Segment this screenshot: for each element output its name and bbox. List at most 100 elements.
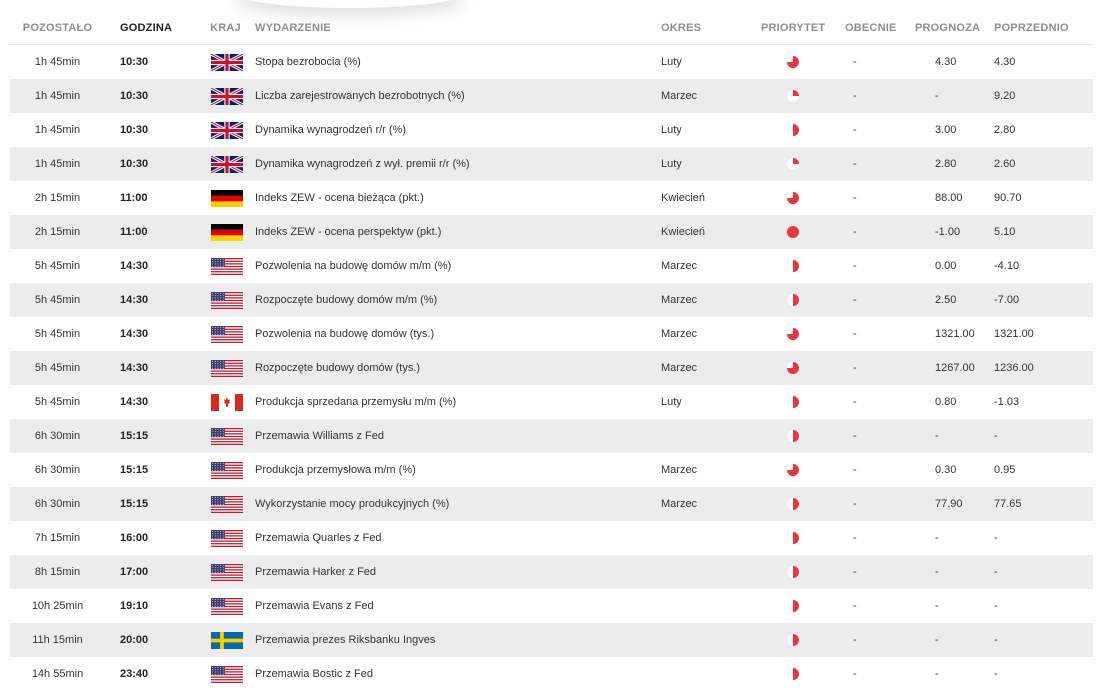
header-actual[interactable]: OBECNIE — [825, 22, 909, 34]
country-cell — [198, 359, 255, 377]
country-cell — [198, 291, 255, 309]
previous-value: - — [994, 600, 998, 612]
table-row[interactable]: 1h 45min 10:30 Dynamika wynagrodzeń r/r … — [10, 113, 1093, 147]
header-remaining[interactable]: POZOSTAŁO — [10, 22, 105, 34]
event-name[interactable]: Wykorzystanie mocy produkcyjnych (%) — [255, 498, 661, 510]
header-forecast[interactable]: PROGNOZA — [909, 22, 989, 34]
germany-flag-icon — [210, 223, 243, 241]
priority-cell — [761, 191, 825, 205]
country-cell — [198, 529, 255, 547]
usa-flag-icon — [210, 461, 243, 479]
event-name[interactable]: Przemawia Williams z Fed — [255, 430, 661, 442]
priority-icon — [786, 157, 800, 171]
table-row[interactable]: 6h 30min 15:15 Przemawia Williams z Fed … — [10, 419, 1093, 453]
country-cell — [198, 53, 255, 71]
priority-icon — [786, 633, 800, 647]
priority-cell — [761, 497, 825, 511]
header-period[interactable]: OKRES — [661, 22, 761, 34]
remaining-time: 6h 30min — [34, 464, 81, 476]
event-name[interactable]: Stopa bezrobocia (%) — [255, 56, 661, 68]
table-row[interactable]: 5h 45min 14:30 Pozwolenia na budowę domó… — [10, 317, 1093, 351]
usa-flag-icon — [210, 665, 243, 683]
table-row[interactable]: 1h 45min 10:30 Dynamika wynagrodzeń z wy… — [10, 147, 1093, 181]
event-name[interactable]: Pozwolenia na budowę domów m/m (%) — [255, 260, 661, 272]
forecast-value: 88.00 — [935, 192, 963, 204]
priority-icon — [786, 497, 800, 511]
table-row[interactable]: 2h 15min 11:00 Indeks ZEW - ocena bieżąc… — [10, 181, 1093, 215]
priority-icon — [786, 293, 800, 307]
previous-value: -7.00 — [994, 294, 1020, 306]
canada-flag-icon — [210, 393, 243, 411]
header-country[interactable]: KRAJ — [198, 22, 255, 34]
event-name[interactable]: Rozpoczęte budowy domów (tys.) — [255, 362, 661, 374]
event-name[interactable]: Dynamika wynagrodzeń z wył. premii r/r (… — [255, 158, 661, 170]
event-name[interactable]: Pozwolenia na budowę domów (tys.) — [255, 328, 661, 340]
table-row[interactable]: 6h 30min 15:15 Wykorzystanie mocy produk… — [10, 487, 1093, 521]
actual-value: - — [853, 396, 857, 408]
remaining-time: 10h 25min — [31, 600, 84, 612]
priority-cell — [761, 327, 825, 341]
priority-cell — [761, 565, 825, 579]
actual-value: - — [853, 532, 857, 544]
event-name[interactable]: Produkcja sprzedana przemysłu m/m (%) — [255, 396, 661, 408]
actual-value: - — [853, 260, 857, 272]
table-row[interactable]: 5h 45min 14:30 Rozpoczęte budowy domów m… — [10, 283, 1093, 317]
priority-icon — [786, 599, 800, 613]
remaining-time: 6h 30min — [34, 430, 81, 442]
table-row[interactable]: 5h 45min 14:30 Pozwolenia na budowę domó… — [10, 249, 1093, 283]
table-row[interactable]: 8h 15min 17:00 Przemawia Harker z Fed - … — [10, 555, 1093, 589]
header-event[interactable]: WYDARZENIE — [255, 22, 661, 34]
event-time: 11:00 — [120, 192, 148, 204]
event-time: 14:30 — [120, 260, 149, 272]
priority-cell — [761, 89, 825, 103]
event-name[interactable]: Przemawia Evans z Fed — [255, 600, 661, 612]
forecast-value: - — [935, 532, 939, 544]
uk-flag-icon — [210, 53, 243, 71]
event-name[interactable]: Rozpoczęte budowy domów m/m (%) — [255, 294, 661, 306]
remaining-time: 2h 15min — [34, 226, 81, 238]
usa-flag-icon — [210, 495, 243, 513]
remaining-time: 1h 45min — [34, 158, 81, 170]
priority-icon — [786, 327, 800, 341]
table-row[interactable]: 14h 55min 23:40 Przemawia Bostic z Fed -… — [10, 657, 1093, 691]
event-name[interactable]: Indeks ZEW - ocena bieżąca (pkt.) — [255, 192, 661, 204]
header-time[interactable]: GODZINA — [105, 22, 198, 34]
actual-value: - — [853, 634, 857, 646]
table-row[interactable]: 6h 30min 15:15 Produkcja przemysłowa m/m… — [10, 453, 1093, 487]
table-row[interactable]: 5h 45min 14:30 Rozpoczęte budowy domów (… — [10, 351, 1093, 385]
event-name[interactable]: Przemawia Harker z Fed — [255, 566, 661, 578]
event-time: 10:30 — [120, 158, 149, 170]
event-name[interactable]: Liczba zarejestrowanych bezrobotnych (%) — [255, 90, 661, 102]
actual-value: - — [853, 226, 857, 238]
event-period: Marzec — [661, 294, 698, 306]
table-row[interactable]: 10h 25min 19:10 Przemawia Evans z Fed - … — [10, 589, 1093, 623]
table-row[interactable]: 1h 45min 10:30 Stopa bezrobocia (%) Luty… — [10, 45, 1093, 79]
priority-icon — [786, 123, 800, 137]
event-time: 14:30 — [120, 294, 149, 306]
forecast-value: 2.50 — [935, 294, 957, 306]
event-period: Kwiecień — [661, 192, 706, 204]
priority-icon — [786, 55, 800, 69]
event-name[interactable]: Przemawia Bostic z Fed — [255, 668, 661, 680]
previous-value: - — [994, 634, 998, 646]
remaining-time: 5h 45min — [34, 294, 81, 306]
forecast-value: 1267.00 — [935, 362, 975, 374]
table-row[interactable]: 5h 45min 14:30 Produkcja sprzedana przem… — [10, 385, 1093, 419]
event-name[interactable]: Produkcja przemysłowa m/m (%) — [255, 464, 661, 476]
event-name[interactable]: Dynamika wynagrodzeń r/r (%) — [255, 124, 661, 136]
table-row[interactable]: 7h 15min 16:00 Przemawia Quarles z Fed -… — [10, 521, 1093, 555]
priority-icon — [786, 259, 800, 273]
table-row[interactable]: 11h 15min 20:00 Przemawia prezes Riksban… — [10, 623, 1093, 657]
header-priority[interactable]: PRIORYTET — [761, 22, 825, 34]
table-row[interactable]: 2h 15min 11:00 Indeks ZEW - ocena perspe… — [10, 215, 1093, 249]
event-name[interactable]: Indeks ZEW - ocena perspektyw (pkt.) — [255, 226, 661, 238]
event-period: Marzec — [661, 362, 698, 374]
event-time: 15:15 — [120, 430, 149, 442]
priority-cell — [761, 599, 825, 613]
previous-value: 4.30 — [994, 56, 1016, 68]
event-name[interactable]: Przemawia Quarles z Fed — [255, 532, 661, 544]
event-name[interactable]: Przemawia prezes Riksbanku Ingves — [255, 634, 661, 646]
previous-value: - — [994, 566, 998, 578]
table-row[interactable]: 1h 45min 10:30 Liczba zarejestrowanych b… — [10, 79, 1093, 113]
header-previous[interactable]: POPRZEDNIO — [989, 22, 1093, 34]
